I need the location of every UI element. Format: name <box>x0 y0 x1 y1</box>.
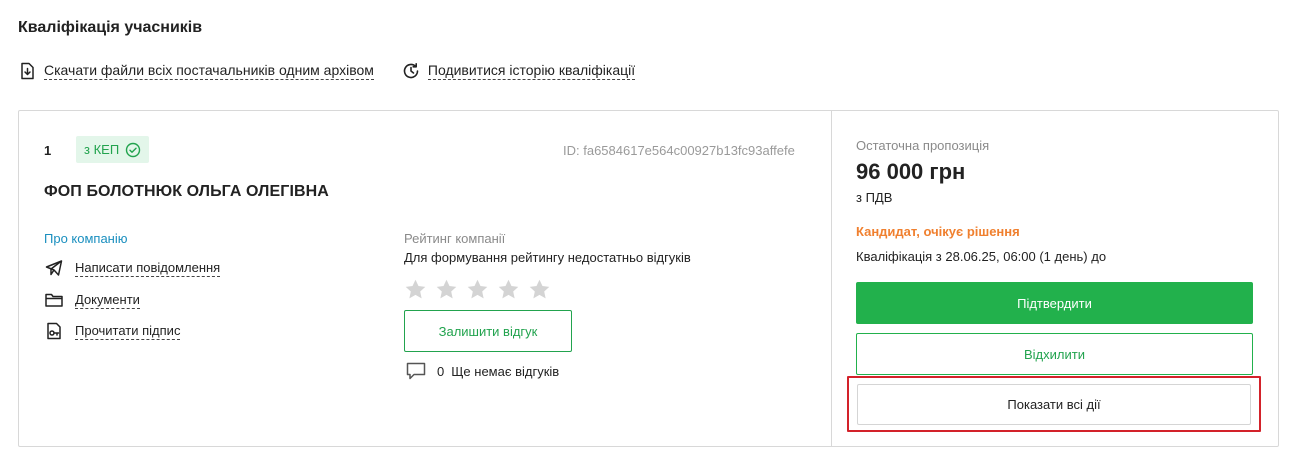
rating-label: Рейтинг компанії <box>404 231 506 246</box>
signature-key-icon <box>47 322 61 340</box>
confirm-button[interactable]: Підтвердити <box>856 282 1253 324</box>
history-link[interactable]: Подивитися історію кваліфікації <box>401 61 636 81</box>
rating-stars <box>404 278 559 301</box>
download-archive-label[interactable]: Скачати файли всіх постачальників одним … <box>44 62 374 80</box>
paper-plane-icon <box>45 260 63 276</box>
vat-note: з ПДВ <box>856 190 893 205</box>
folder-icon <box>45 293 63 307</box>
page-title: Кваліфікація учасників <box>18 19 203 36</box>
highlight-box <box>847 376 1261 432</box>
check-circle-icon <box>125 142 141 157</box>
final-offer-label: Остаточна пропозиція <box>856 138 990 153</box>
documents-label[interactable]: Документи <box>75 292 140 309</box>
history-clock-icon <box>403 63 419 79</box>
read-signature-label[interactable]: Прочитати підпис <box>75 323 181 340</box>
offer-price: 96 000 грн <box>856 159 966 184</box>
download-archive-link[interactable]: Скачати файли всіх постачальників одним … <box>17 61 374 81</box>
history-label[interactable]: Подивитися історію кваліфікації <box>427 62 636 80</box>
kep-badge-label: з КЕП <box>84 142 120 157</box>
status-badge: Кандидат, очікує рішення <box>856 224 1020 239</box>
rating-note: Для формування рейтингу недостатньо відг… <box>404 250 691 265</box>
card-divider <box>831 111 832 446</box>
participant-id: ID: fa6584617e564c00927b13fc93affefe <box>563 143 795 158</box>
star-icon <box>529 279 550 299</box>
kep-badge: з КЕП <box>76 136 150 163</box>
about-company-link[interactable]: Про компанію <box>44 231 128 246</box>
write-message-label[interactable]: Написати повідомлення <box>75 260 221 277</box>
top-links: Скачати файли всіх постачальників одним … <box>17 61 662 81</box>
reject-button[interactable]: Відхилити <box>856 333 1253 375</box>
read-signature-action[interactable]: Прочитати підпис <box>44 321 181 341</box>
comment-icon <box>406 362 426 380</box>
reviews-count: 0 Ще немає відгуків <box>405 360 559 382</box>
no-reviews-text: Ще немає відгуків <box>451 363 560 379</box>
leave-review-button[interactable]: Залишити відгук <box>404 310 572 352</box>
review-count-value: 0 <box>437 363 445 379</box>
documents-action[interactable]: Документи <box>44 290 140 310</box>
star-icon <box>467 279 488 299</box>
download-file-icon <box>21 62 34 80</box>
write-message-action[interactable]: Написати повідомлення <box>44 258 221 278</box>
star-icon <box>498 279 519 299</box>
qualification-period: Кваліфікація з 28.06.25, 06:00 (1 день) … <box>856 249 1107 264</box>
participant-number: 1 <box>44 143 52 158</box>
star-icon <box>405 279 426 299</box>
star-icon <box>436 279 457 299</box>
company-name: ФОП БОЛОТНЮК ОЛЬГА ОЛЕГІВНА <box>44 183 329 200</box>
